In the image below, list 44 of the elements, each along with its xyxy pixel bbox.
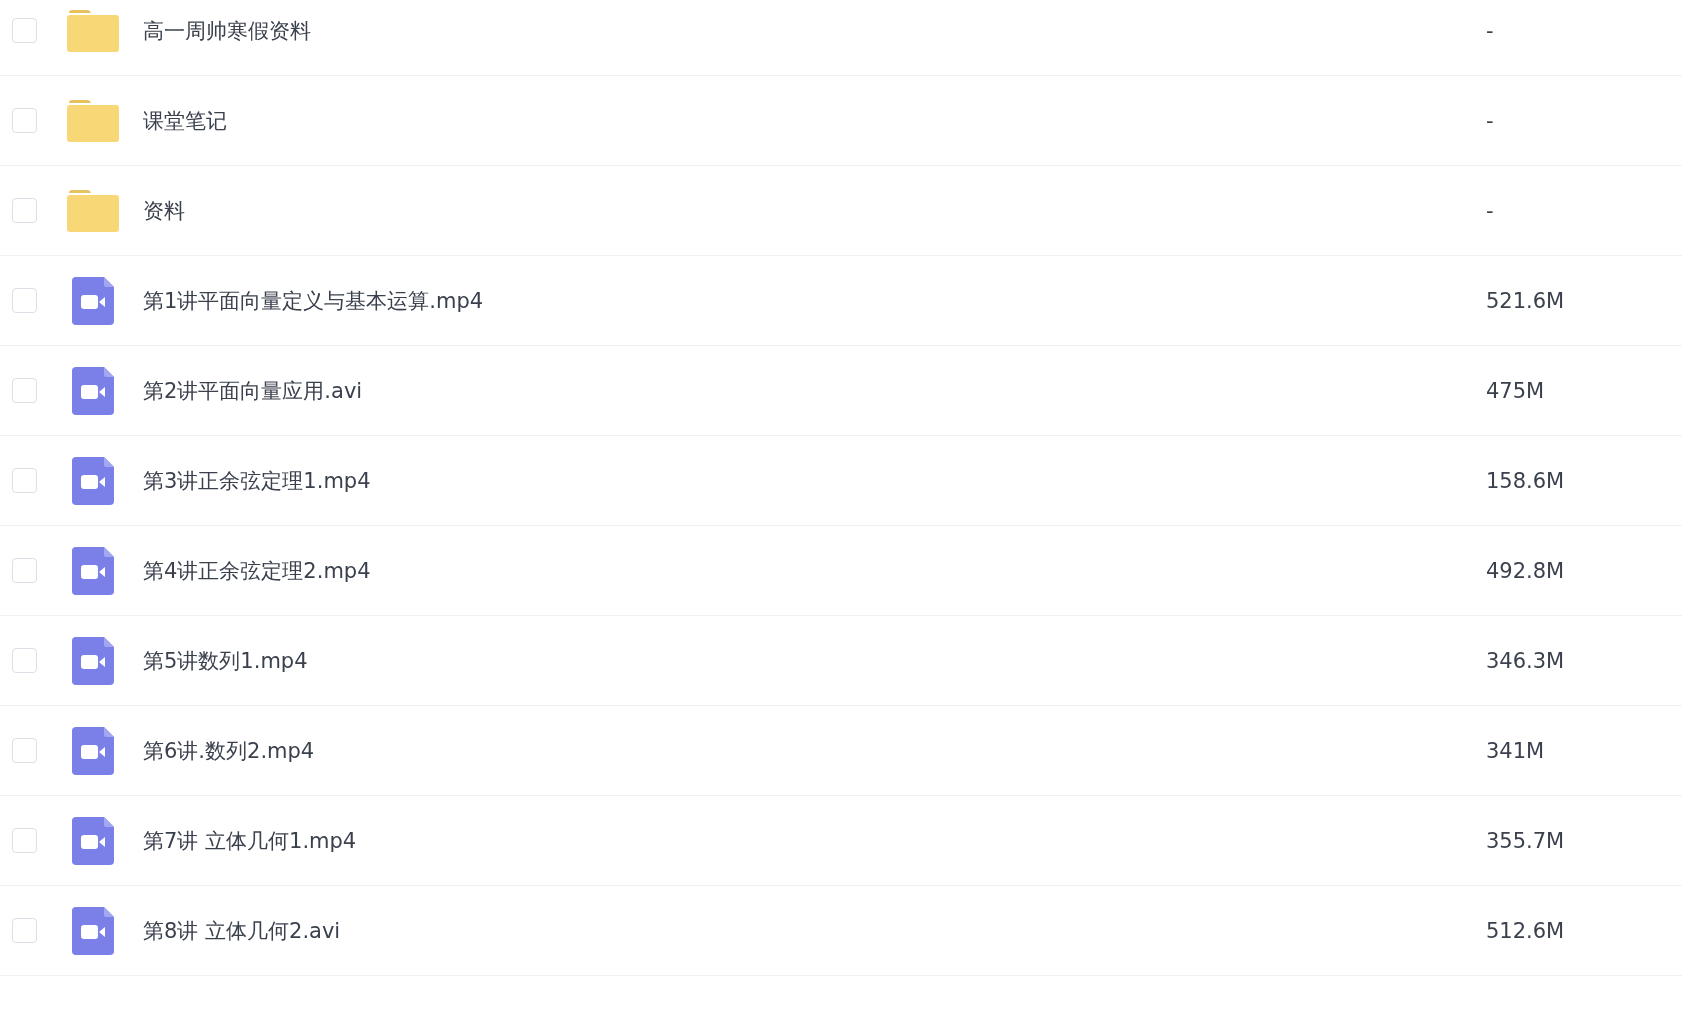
file-name[interactable]: 资料 (143, 196, 1486, 225)
file-size: 521.6M (1486, 288, 1566, 313)
checkbox[interactable] (12, 18, 37, 43)
checkbox[interactable] (12, 648, 37, 673)
folder-icon (67, 99, 119, 142)
video-file-icon (72, 366, 114, 415)
video-file-icon (72, 546, 114, 595)
file-name[interactable]: 第7讲 立体几何1.mp4 (143, 826, 1486, 855)
video-file-icon (72, 816, 114, 865)
file-size: 346.3M (1486, 648, 1566, 673)
file-name[interactable]: 第8讲 立体几何2.avi (143, 916, 1486, 945)
checkbox[interactable] (12, 828, 37, 853)
checkbox[interactable] (12, 468, 37, 493)
file-size: 158.6M (1486, 468, 1566, 493)
file-size: 341M (1486, 738, 1546, 763)
file-size: - (1486, 18, 1495, 43)
file-name[interactable]: 第6讲.数列2.mp4 (143, 736, 1486, 765)
file-size: - (1486, 198, 1495, 223)
folder-icon (67, 189, 119, 232)
video-file-icon (72, 636, 114, 685)
file-name[interactable]: 高一周帅寒假资料 (143, 16, 1486, 45)
checkbox[interactable] (12, 198, 37, 223)
video-file-icon (72, 276, 114, 325)
file-size: - (1486, 108, 1495, 133)
checkbox[interactable] (12, 288, 37, 313)
file-size: 492.8M (1486, 558, 1566, 583)
checkbox[interactable] (12, 108, 37, 133)
file-name[interactable]: 第2讲平面向量应用.avi (143, 376, 1486, 405)
file-name[interactable]: 第1讲平面向量定义与基本运算.mp4 (143, 286, 1486, 315)
folder-icon (67, 9, 119, 52)
checkbox[interactable] (12, 558, 37, 583)
checkbox[interactable] (12, 918, 37, 943)
video-file-icon (72, 906, 114, 955)
file-name[interactable]: 第5讲数列1.mp4 (143, 646, 1486, 675)
file-size: 355.7M (1486, 828, 1566, 853)
file-name[interactable]: 第4讲正余弦定理2.mp4 (143, 556, 1486, 585)
video-file-icon (72, 456, 114, 505)
checkbox[interactable] (12, 378, 37, 403)
video-file-icon (72, 726, 114, 775)
file-size: 512.6M (1486, 918, 1566, 943)
file-name[interactable]: 第3讲正余弦定理1.mp4 (143, 466, 1486, 495)
file-size: 475M (1486, 378, 1546, 403)
file-name[interactable]: 课堂笔记 (143, 106, 1486, 135)
checkbox[interactable] (12, 738, 37, 763)
